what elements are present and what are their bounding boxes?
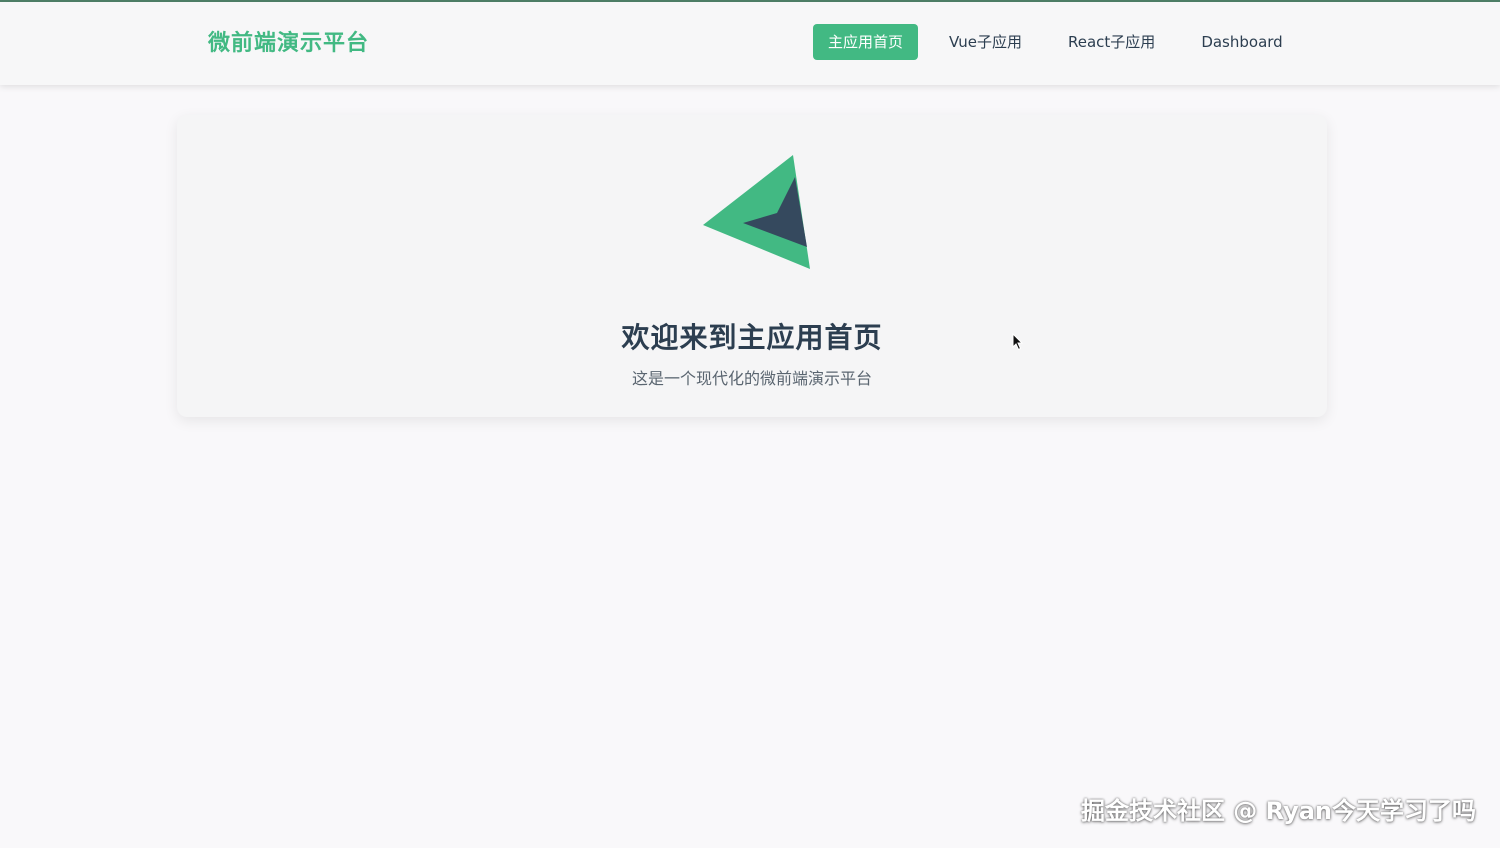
nav-item-react-app[interactable]: React子应用 xyxy=(1053,24,1170,60)
mouse-pointer-icon xyxy=(1012,333,1024,351)
welcome-card: 欢迎来到主应用首页 这是一个现代化的微前端演示平台 xyxy=(177,115,1327,417)
page-subtitle: 这是一个现代化的微前端演示平台 xyxy=(631,369,872,388)
vue-logo-icon xyxy=(703,155,810,269)
nav-item-dashboard[interactable]: Dashboard xyxy=(1186,24,1297,60)
page-title: 欢迎来到主应用首页 xyxy=(621,320,883,354)
watermark-text: 掘金技术社区 @ Ryan今天学习了吗 xyxy=(1080,797,1476,825)
nav-item-vue-app[interactable]: Vue子应用 xyxy=(934,24,1037,60)
app-window: 微前端演示平台 主应用首页 Vue子应用 React子应用 Dashboard … xyxy=(0,0,1500,848)
top-navbar: 微前端演示平台 主应用首页 Vue子应用 React子应用 Dashboard xyxy=(0,2,1500,85)
nav-item-main-home[interactable]: 主应用首页 xyxy=(813,24,919,60)
main-nav: 主应用首页 Vue子应用 React子应用 Dashboard xyxy=(813,24,1298,60)
brand-title[interactable]: 微前端演示平台 xyxy=(208,27,369,61)
